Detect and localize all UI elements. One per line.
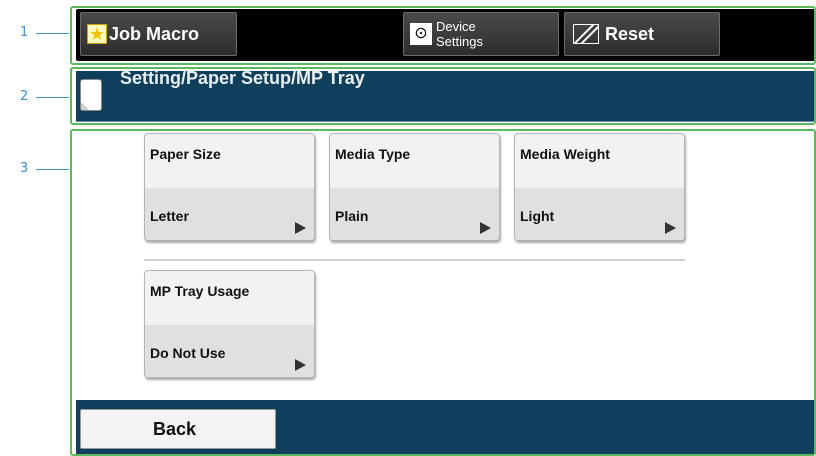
callout-line: [36, 169, 69, 170]
region-frame-3: [70, 129, 816, 456]
callout-number: 3: [20, 161, 29, 176]
callout-number: 2: [20, 89, 29, 104]
region-frame-2: [70, 67, 816, 125]
callout-line: [36, 97, 69, 98]
callout-number: 1: [20, 25, 29, 40]
region-frame-1: [70, 6, 816, 65]
callout-line: [36, 33, 69, 34]
